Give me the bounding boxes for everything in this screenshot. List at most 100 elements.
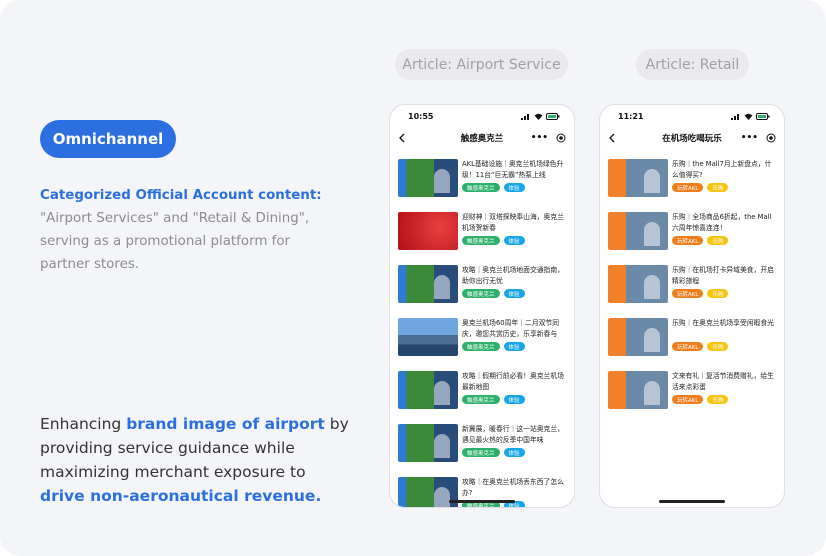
value-text-1: Enhancing <box>40 415 127 433</box>
article-thumbnail <box>398 371 458 409</box>
article-list: AKL基础设施｜奥克兰机场绿色升级！11台“巨无霸”热泵上线 触感奥克兰 体验 迎财神… <box>390 149 574 507</box>
article-thumbnail <box>608 318 668 356</box>
status-time: 10:55 <box>408 111 434 121</box>
category-badge: 触感奥克兰 <box>462 183 500 192</box>
value-highlight-2: drive non-aeronautical revenue. <box>40 487 322 505</box>
category-badge: 触感奥克兰 <box>462 342 500 351</box>
article-item[interactable]: 文来有礼｜复活节消费赠礼，给生活来点彩蛋 玩转AKL 乐购 <box>608 371 776 424</box>
more-icon[interactable]: ••• <box>741 133 758 143</box>
status-icons <box>521 112 560 120</box>
close-target-icon[interactable] <box>766 133 776 143</box>
battery-icon <box>546 112 560 120</box>
phone-airport-service: 10:55 触感奥克兰 ••• AKL基础设施｜奥克兰机场绿色升级！11台“巨无… <box>389 104 575 508</box>
article-thumbnail <box>608 212 668 250</box>
signal-icon <box>731 113 739 120</box>
article-title: 新冀展，暖春行｜这一站奥克兰，遇见最火热的反季中国年味 <box>462 425 564 444</box>
article-badges: 玩转AKL 乐购 <box>672 395 776 404</box>
article-title: 攻略｜假期行前必看！奥克兰机场最新地图 <box>462 372 564 391</box>
article-badges: 触感奥克兰 体验 <box>462 289 566 298</box>
article-thumbnail <box>398 318 458 356</box>
article-badges: 触感奥克兰 体验 <box>462 342 566 351</box>
article-item[interactable]: 奥克兰机场60周年｜二月双节同庆，邀您共赏历史，乐享新春与触感奥克兰 体验 <box>398 318 566 371</box>
article-item[interactable]: 攻略｜奥克兰机场地面交通指南，助你出行无忧 触感奥克兰 体验 <box>398 265 566 318</box>
content-description: Categorized Official Account content: "A… <box>40 184 340 276</box>
article-item[interactable]: 攻略｜在奥克兰机场丢东西了怎么办? 触感奥克兰 体验 <box>398 477 566 507</box>
status-bar: 11:21 <box>600 105 784 127</box>
phone-retail: 11:21 在机场吃喝玩乐 ••• 乐购｜the Mall7月上新盘点，什么值得… <box>599 104 785 508</box>
description-highlight: Categorized Official Account content: <box>40 188 322 203</box>
article-badges: 玩转AKL 乐购 <box>672 236 776 245</box>
value-highlight-1: brand image of airport <box>126 415 325 433</box>
article-item[interactable]: 乐购｜在奥克兰机场享受闲暇食光 玩转AKL 乐购 <box>608 318 776 371</box>
category-badge: 体验 <box>503 289 525 298</box>
nav-bar: 在机场吃喝玩乐 ••• <box>600 127 784 149</box>
signal-icon <box>521 113 529 120</box>
article-body: 乐购｜全场商品6折起，the Mall六周年惊喜连连！ 玩转AKL 乐购 <box>672 212 776 265</box>
home-indicator <box>449 500 515 503</box>
article-thumbnail <box>608 159 668 197</box>
article-badges: 触感奥克兰 体验 <box>462 448 566 457</box>
article-body: 新冀展，暖春行｜这一站奥克兰，遇见最火热的反季中国年味触感奥克兰 体验 <box>462 424 566 477</box>
article-title: 乐购｜the Mall7月上新盘点，什么值得买? <box>672 160 772 179</box>
category-badge: 体验 <box>503 395 525 404</box>
article-badges: 触感奥克兰 体验 <box>462 395 566 404</box>
category-badge: 玩转AKL <box>672 183 704 192</box>
article-thumbnail <box>398 424 458 462</box>
article-thumbnail <box>398 265 458 303</box>
article-badges: 玩转AKL 乐购 <box>672 183 776 192</box>
category-badge: 玩转AKL <box>672 236 704 245</box>
category-badge: 体验 <box>503 183 525 192</box>
more-icon[interactable]: ••• <box>531 133 548 143</box>
status-time: 11:21 <box>618 111 644 121</box>
tag-airport-service: Article: Airport Service <box>395 49 568 80</box>
wifi-icon <box>534 113 543 120</box>
article-item[interactable]: 乐购｜全场商品6折起，the Mall六周年惊喜连连！ 玩转AKL 乐购 <box>608 212 776 265</box>
status-bar: 10:55 <box>390 105 574 127</box>
value-statement: Enhancing brand image of airport by prov… <box>40 412 350 508</box>
tag-retail: Article: Retail <box>636 49 749 80</box>
category-badge: 触感奥克兰 <box>462 395 500 404</box>
nav-bar: 触感奥克兰 ••• <box>390 127 574 149</box>
article-list: 乐购｜the Mall7月上新盘点，什么值得买? 玩转AKL 乐购 乐购｜全场商品6折… <box>600 149 784 424</box>
category-badge: 触感奥克兰 <box>462 236 500 245</box>
close-target-icon[interactable] <box>556 133 566 143</box>
article-thumbnail <box>608 371 668 409</box>
category-badge: 玩转AKL <box>672 395 704 404</box>
article-item[interactable]: 乐购｜在机场打卡异域美食，开启精彩旅程 玩转AKL 乐购 <box>608 265 776 318</box>
category-badge: 触感奥克兰 <box>462 448 500 457</box>
article-thumbnail <box>608 265 668 303</box>
article-title: 攻略｜在奥克兰机场丢东西了怎么办? <box>462 478 564 497</box>
article-body: 攻略｜假期行前必看！奥克兰机场最新地图触感奥克兰 体验 <box>462 371 566 424</box>
article-item[interactable]: 迎财神｜双塔探映奉山海，奥克兰机场贺新春触感奥克兰 体验 <box>398 212 566 265</box>
article-title: 迎财神｜双塔探映奉山海，奥克兰机场贺新春 <box>462 213 564 232</box>
article-item[interactable]: 新冀展，暖春行｜这一站奥克兰，遇见最火热的反季中国年味触感奥克兰 体验 <box>398 424 566 477</box>
article-body: AKL基础设施｜奥克兰机场绿色升级！11台“巨无霸”热泵上线触感奥克兰 体验 <box>462 159 566 212</box>
article-body: 乐购｜the Mall7月上新盘点，什么值得买? 玩转AKL 乐购 <box>672 159 776 212</box>
article-body: 攻略｜在奥克兰机场丢东西了怎么办? 触感奥克兰 体验 <box>462 477 566 507</box>
article-body: 乐购｜在奥克兰机场享受闲暇食光 玩转AKL 乐购 <box>672 318 776 371</box>
article-title: 乐购｜在奥克兰机场享受闲暇食光 <box>672 319 774 327</box>
category-badge: 乐购 <box>707 395 729 404</box>
category-badge: 触感奥克兰 <box>462 289 500 298</box>
article-thumbnail <box>398 212 458 250</box>
status-icons <box>731 112 770 120</box>
article-item[interactable]: 攻略｜假期行前必看！奥克兰机场最新地图触感奥克兰 体验 <box>398 371 566 424</box>
category-badge: 乐购 <box>707 183 729 192</box>
article-badges: 玩转AKL 乐购 <box>672 342 776 351</box>
back-icon[interactable] <box>398 133 406 143</box>
category-badge: 乐购 <box>707 289 729 298</box>
category-badge: 体验 <box>503 236 525 245</box>
article-body: 奥克兰机场60周年｜二月双节同庆，邀您共赏历史，乐享新春与触感奥克兰 体验 <box>462 318 566 371</box>
wifi-icon <box>744 113 753 120</box>
article-item[interactable]: AKL基础设施｜奥克兰机场绿色升级！11台“巨无霸”热泵上线触感奥克兰 体验 <box>398 159 566 212</box>
article-title: 奥克兰机场60周年｜二月双节同庆，邀您共赏历史，乐享新春与 <box>462 319 560 338</box>
battery-icon <box>756 112 770 120</box>
article-body: 迎财神｜双塔探映奉山海，奥克兰机场贺新春触感奥克兰 体验 <box>462 212 566 265</box>
article-title: 乐购｜在机场打卡异域美食，开启精彩旅程 <box>672 266 774 285</box>
back-icon[interactable] <box>608 133 616 143</box>
slide-canvas: Omnichannel Categorized Official Account… <box>0 0 826 556</box>
article-badges: 触感奥克兰 体验 <box>462 183 566 192</box>
omnichannel-pill: Omnichannel <box>40 120 176 158</box>
article-item[interactable]: 乐购｜the Mall7月上新盘点，什么值得买? 玩转AKL 乐购 <box>608 159 776 212</box>
article-title: AKL基础设施｜奥克兰机场绿色升级！11台“巨无霸”热泵上线 <box>462 160 564 179</box>
